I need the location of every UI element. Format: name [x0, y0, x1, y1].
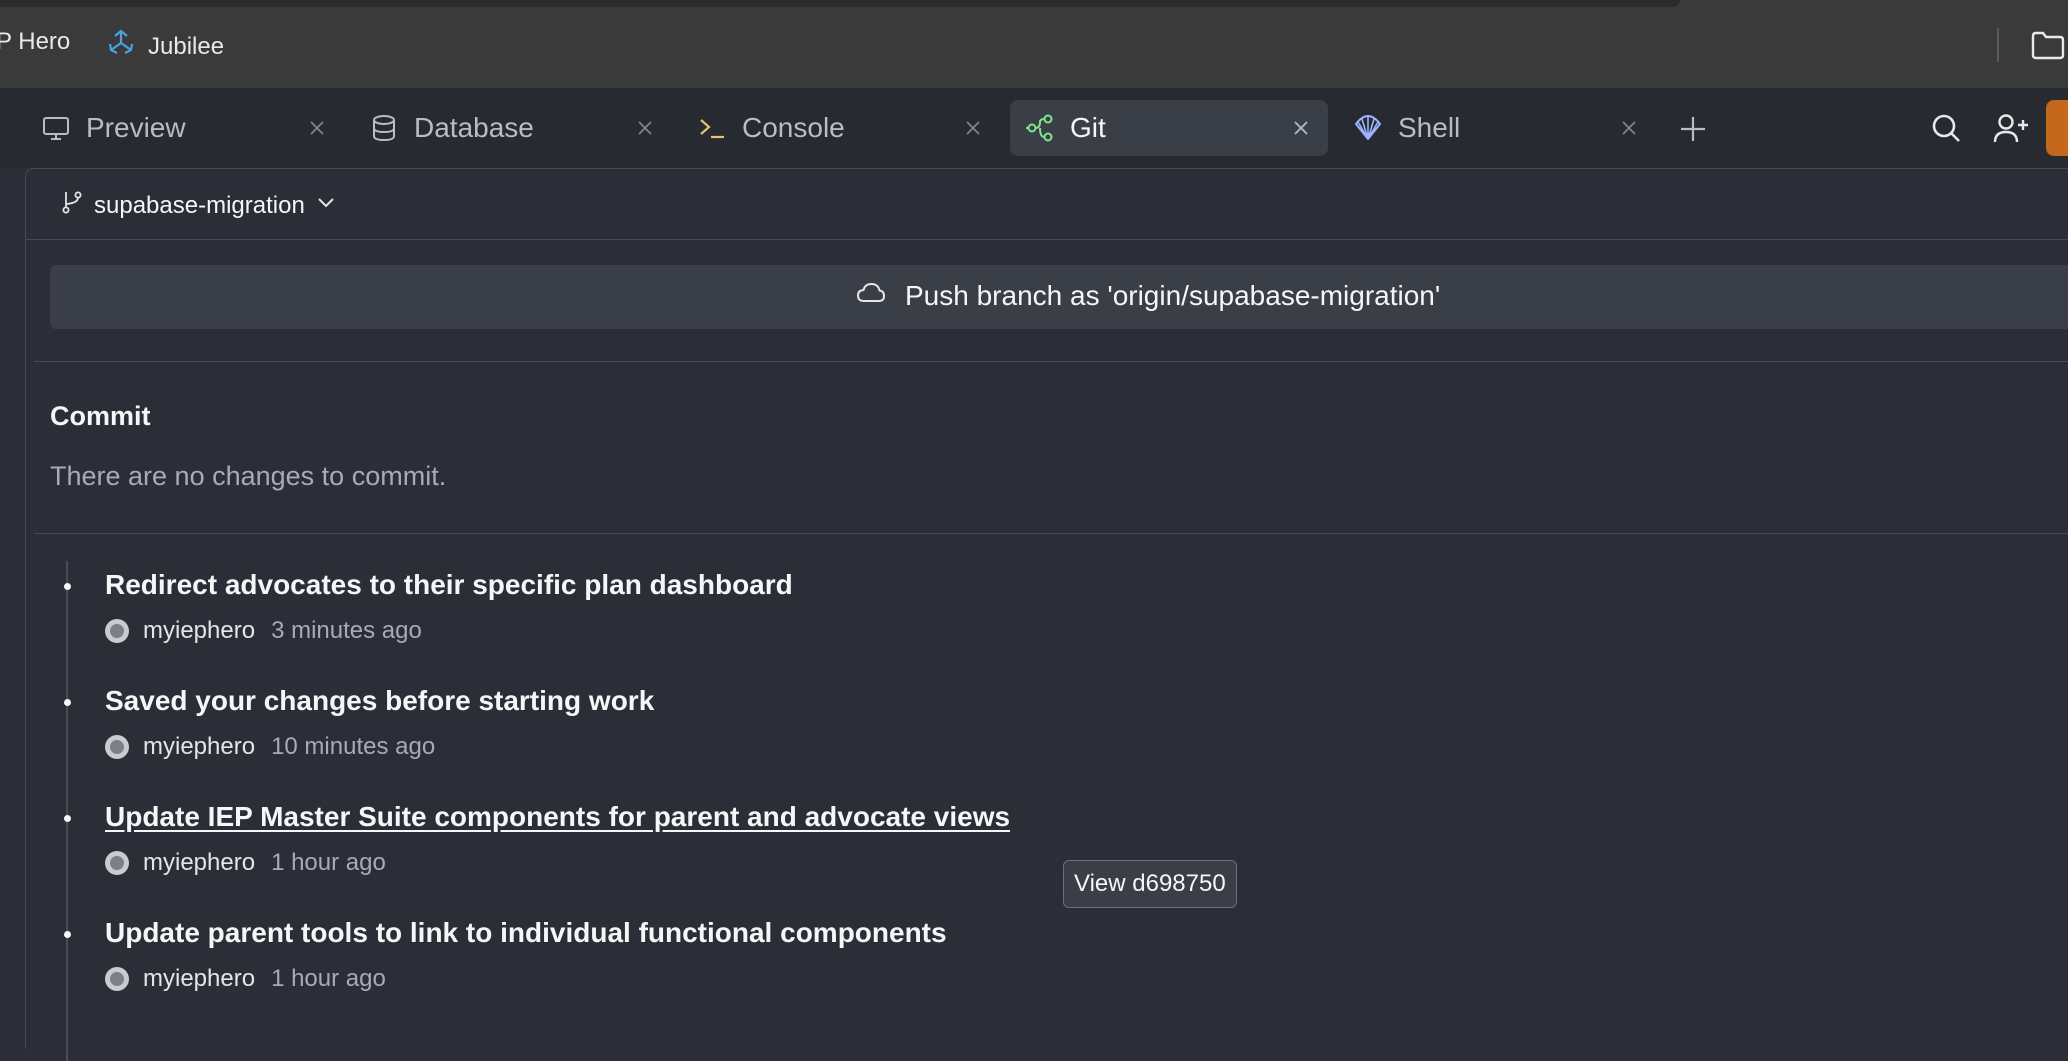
terminal-icon — [696, 112, 728, 144]
commit-time: 3 minutes ago — [271, 617, 422, 644]
shell-icon — [1352, 112, 1384, 144]
timeline-dot — [64, 583, 71, 590]
commit-meta: myiephero 1 hour ago — [105, 965, 386, 993]
workspace-tabs: Preview Database Console Git Shell — [0, 88, 2068, 168]
commit-author: myiephero — [143, 617, 256, 644]
new-tab-plus-icon[interactable] — [1676, 112, 1710, 151]
bookmarks-bar: P Hero Jubilee — [0, 0, 2068, 89]
commit-author: myiephero — [143, 849, 256, 876]
branch-header: supabase-migration — [26, 169, 2068, 240]
tab-label: Console — [742, 112, 845, 143]
git-panel: supabase-migration Push branch as 'origi… — [25, 168, 2068, 1061]
commit-author: myiephero — [143, 965, 256, 992]
monitor-icon — [40, 112, 72, 144]
avatar — [105, 851, 129, 875]
push-label: Push branch as 'origin/supabase-migratio… — [905, 280, 1441, 311]
jubilee-logo-icon — [106, 28, 136, 65]
add-user-icon[interactable] — [1992, 110, 2030, 151]
folder-icon[interactable] — [2030, 30, 2066, 65]
tab-label: Shell — [1398, 112, 1461, 143]
tab-shell[interactable]: Shell — [1338, 100, 1656, 156]
commit-empty-message: There are no changes to commit. — [50, 461, 447, 491]
push-branch-button[interactable]: Push branch as 'origin/supabase-migratio… — [50, 265, 2068, 329]
commit-message[interactable]: Update IEP Master Suite components for p… — [105, 801, 1010, 833]
timeline-dot — [64, 931, 71, 938]
commit-heading: Commit — [50, 401, 151, 431]
divider — [34, 533, 2068, 534]
run-button[interactable] — [2046, 100, 2068, 156]
tab-console[interactable]: Console — [682, 100, 1000, 156]
commit-time: 10 minutes ago — [271, 733, 436, 760]
tab-label: Database — [414, 112, 534, 143]
git-branch-icon — [60, 189, 84, 222]
timeline-dot — [64, 815, 71, 822]
close-icon[interactable] — [302, 113, 332, 143]
search-icon[interactable] — [1928, 110, 1964, 151]
database-icon — [368, 112, 400, 144]
commit-time: 1 hour ago — [271, 965, 386, 992]
git-icon — [1024, 112, 1056, 144]
close-icon[interactable] — [630, 113, 660, 143]
tab-label: Git — [1070, 112, 1106, 143]
close-icon[interactable] — [1614, 113, 1644, 143]
chevron-down-icon — [315, 191, 337, 220]
commit-time: 1 hour ago — [271, 849, 386, 876]
commit-meta: myiephero 3 minutes ago — [105, 617, 422, 645]
branch-name: supabase-migration — [94, 191, 305, 219]
commit-timeline-line — [66, 561, 68, 1061]
tab-git[interactable]: Git — [1010, 100, 1328, 156]
tab-label: Preview — [86, 112, 186, 143]
commit-message[interactable]: Update parent tools to link to individua… — [105, 917, 947, 949]
commit-author: myiephero — [143, 733, 256, 760]
commit-meta: myiephero 10 minutes ago — [105, 733, 435, 761]
divider — [1997, 28, 1999, 62]
avatar — [105, 735, 129, 759]
avatar — [105, 619, 129, 643]
tab-database[interactable]: Database — [354, 100, 672, 156]
commit-message[interactable]: Saved your changes before starting work — [105, 685, 654, 717]
cloud-icon — [855, 280, 887, 312]
close-icon[interactable] — [1286, 113, 1316, 143]
commit-message[interactable]: Redirect advocates to their specific pla… — [105, 569, 793, 601]
close-icon[interactable] — [958, 113, 988, 143]
bookmark-label: P Hero — [0, 28, 71, 55]
bookmark-jubilee[interactable]: Jubilee — [106, 28, 224, 65]
timeline-dot — [64, 699, 71, 706]
divider — [34, 361, 2068, 362]
commit-tooltip: View d698750 — [1063, 860, 1237, 908]
avatar — [105, 967, 129, 991]
commit-meta: myiephero 1 hour ago — [105, 849, 386, 877]
bookmark-label: Jubilee — [148, 32, 225, 60]
window-strip — [0, 0, 1680, 7]
tab-preview[interactable]: Preview — [26, 100, 344, 156]
bookmark-iep-hero[interactable]: P Hero — [0, 28, 70, 56]
branch-selector[interactable]: supabase-migration — [60, 189, 337, 222]
